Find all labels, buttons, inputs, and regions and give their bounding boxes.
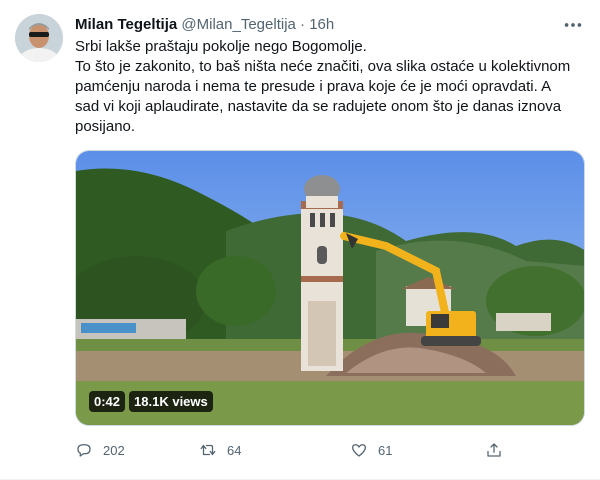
more-icon[interactable] [562, 14, 584, 36]
user-handle[interactable]: @Milan_Tegeltija [181, 16, 295, 33]
retweet-count: 64 [227, 442, 242, 458]
reply-button[interactable]: 202 [75, 438, 125, 462]
tweet-header: Milan Tegeltija @Milan_Tegeltija · 16h [75, 15, 334, 35]
like-button[interactable]: 61 [350, 438, 392, 462]
avatar[interactable] [15, 14, 63, 62]
video-thumbnail [76, 151, 584, 425]
avatar-image [15, 14, 63, 62]
display-name[interactable]: Milan Tegeltija [75, 16, 177, 33]
separator-dot: · [300, 16, 306, 33]
tweet-time[interactable]: 16h [309, 16, 334, 33]
share-button[interactable] [485, 438, 503, 462]
video-badge: 0:42 18.1K views [89, 391, 213, 412]
video-views: 18.1K views [129, 391, 213, 412]
reply-count: 202 [103, 442, 125, 458]
like-icon [351, 444, 367, 457]
like-count: 61 [378, 442, 393, 458]
share-icon [487, 443, 501, 457]
retweet-icon [200, 444, 216, 456]
reply-icon [77, 444, 91, 457]
tweet-card[interactable]: Milan Tegeltija @Milan_Tegeltija · 16h S… [0, 0, 600, 480]
tweet-text: Srbi lakše praštaju pokolje nego Bogomol… [75, 38, 571, 135]
video-duration: 0:42 [89, 391, 126, 412]
video-player[interactable]: 0:42 18.1K views [75, 150, 585, 426]
action-bar: 202 64 61 [75, 438, 585, 462]
retweet-button[interactable]: 64 [199, 438, 241, 462]
